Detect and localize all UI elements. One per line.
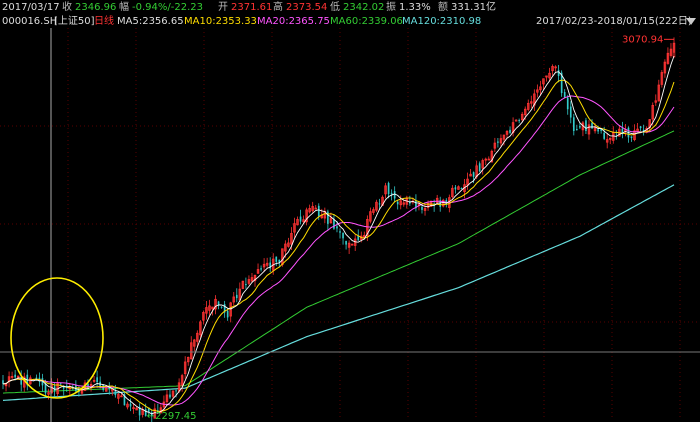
candlestick-chart[interactable]: 3070.94 ←2297.45 xyxy=(0,0,700,422)
candle-body xyxy=(454,187,457,190)
ma60-polyline xyxy=(2,130,675,394)
low-value: 2342.02 xyxy=(343,2,385,13)
ma20-line xyxy=(2,95,675,406)
info-bar: 2017/03/17 收 2346.96 幅 -0.94%/-22.23 开 2… xyxy=(0,1,700,15)
close-label: 收 xyxy=(62,2,72,13)
candle-body xyxy=(169,394,171,398)
candle-body xyxy=(342,232,344,239)
high-value: 2373.54 xyxy=(286,2,328,13)
amount-label: 额 xyxy=(438,2,448,13)
chart-grid xyxy=(0,28,700,420)
candle-body xyxy=(245,284,247,286)
close-value: 2346.96 xyxy=(75,2,117,13)
candle-body xyxy=(585,120,587,132)
highlight-ellipse xyxy=(10,277,104,399)
candle-body xyxy=(472,172,475,177)
candle-body xyxy=(327,211,329,224)
candle-body xyxy=(579,126,581,128)
ma5-line xyxy=(2,55,675,415)
candle-body xyxy=(396,201,399,205)
candle-body xyxy=(387,182,390,195)
candle-body xyxy=(557,70,560,76)
ma120-legend: MA120:2310.98 xyxy=(402,16,482,27)
dropdown-triangle-icon[interactable] xyxy=(686,18,696,25)
ma10-legend: MA10:2353.33 xyxy=(184,16,257,27)
candle-body xyxy=(336,226,338,229)
candle-body xyxy=(175,390,177,392)
candle-body xyxy=(260,268,262,270)
security-code[interactable]: 000016.SH xyxy=(2,15,57,29)
candle-body xyxy=(514,119,518,122)
candle-body xyxy=(339,231,341,233)
candle-body xyxy=(421,206,423,210)
ma20-legend: MA20:2365.75 xyxy=(257,16,330,27)
period-label[interactable]: 日线 xyxy=(94,15,114,29)
low-label: 低 xyxy=(330,2,340,13)
candle-body xyxy=(630,136,633,139)
candle-body xyxy=(603,132,606,139)
candle-body xyxy=(235,294,238,299)
candles xyxy=(2,37,676,422)
date-range: 2017/02/23-2018/01/15(222日) xyxy=(536,16,692,27)
candle-body xyxy=(129,403,132,407)
ma5-legend: MA5:2356.65 xyxy=(117,16,184,27)
amplitude-value: 1.33% xyxy=(399,2,431,13)
high-label: 高 xyxy=(273,2,283,13)
ma60-line xyxy=(2,130,675,394)
candle-body xyxy=(460,188,463,190)
ma60-legend: MA60:2339.06 xyxy=(330,16,403,27)
candle-body xyxy=(639,126,642,129)
candle-body xyxy=(217,301,220,306)
candle-body xyxy=(518,120,520,122)
candle-body xyxy=(317,205,320,217)
open-label: 开 xyxy=(218,2,228,13)
max-price-label: 3070.94 xyxy=(622,34,663,45)
candle-body xyxy=(390,192,393,195)
candle-body xyxy=(393,191,396,199)
candle-body xyxy=(509,129,511,133)
indicator-bar: 000016.SH [上证50] 日线 MA5:2356.65 MA10:235… xyxy=(0,15,700,29)
candle-body xyxy=(96,377,98,383)
candle-body xyxy=(569,106,572,118)
candle-body xyxy=(59,383,62,385)
candle-body xyxy=(597,129,599,132)
open-value: 2371.61 xyxy=(231,2,273,13)
candle-body xyxy=(226,310,229,318)
candle-body xyxy=(299,216,302,222)
candle-body xyxy=(566,97,569,110)
candle-body xyxy=(114,391,117,396)
change-label: 幅 xyxy=(119,2,129,13)
ma20-polyline xyxy=(2,95,675,406)
candle-body xyxy=(478,163,481,172)
security-name[interactable]: [上证50] xyxy=(54,15,95,29)
ma5-polyline xyxy=(2,55,675,415)
candle-body xyxy=(591,122,593,129)
amplitude-label: 振 xyxy=(386,2,396,13)
candle-body xyxy=(563,92,566,98)
candle-body xyxy=(378,203,381,205)
candle-body xyxy=(576,129,578,131)
change-value: -0.94%/-22.23 xyxy=(132,2,203,13)
candle-body xyxy=(497,141,499,143)
candle-body xyxy=(14,374,16,378)
candle-body xyxy=(275,256,278,262)
candle-body xyxy=(345,240,347,245)
candle-body xyxy=(333,219,335,229)
amount-value: 331.31亿 xyxy=(451,2,496,13)
date-value: 2017/03/17 xyxy=(2,2,60,13)
candle-body xyxy=(572,117,575,131)
min-price-label: ←2297.45 xyxy=(147,411,197,422)
candle-body xyxy=(220,306,223,308)
